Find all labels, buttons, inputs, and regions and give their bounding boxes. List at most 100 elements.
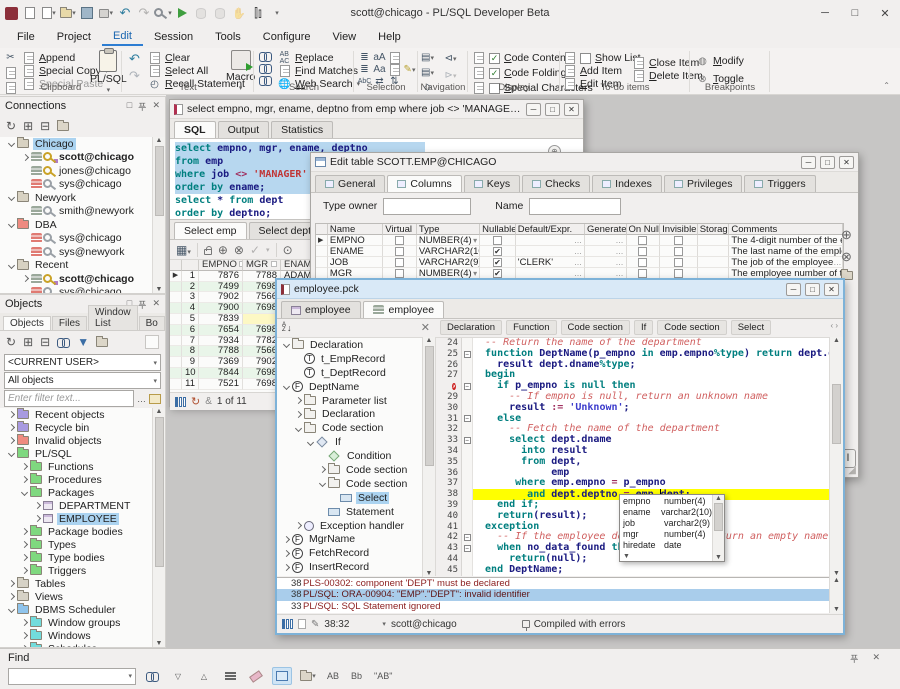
collapse-chevron[interactable]	[6, 451, 17, 456]
fetch-last-icon[interactable]: ⊙	[283, 243, 293, 257]
expand-chevron[interactable]	[293, 412, 304, 417]
result-tab-select-emp[interactable]: Select emp	[174, 222, 247, 239]
collapse-chevron[interactable]	[6, 222, 17, 227]
find-list-icon[interactable]	[220, 667, 240, 685]
status-connection[interactable]: scott@chicago	[391, 619, 457, 630]
connection-item[interactable]: sys@chicago	[0, 286, 165, 294]
filter-window-icon[interactable]	[149, 394, 161, 404]
column-header-nullable[interactable]: Nullable	[480, 224, 516, 235]
column-def-row[interactable]: JOB VARCHAR2(9)▾ 'CLERK'… … The job of t…	[316, 257, 843, 268]
connections-close-icon[interactable]: ✕	[152, 100, 160, 113]
minimize-button[interactable]: ─	[810, 1, 840, 25]
column-header-comments[interactable]: Comments	[729, 224, 843, 235]
find-icon[interactable]	[259, 52, 272, 60]
navigator-item[interactable]: FUpdateRecord	[277, 574, 422, 576]
error-list-scrollbar[interactable]: ▲▼	[829, 577, 843, 613]
message-pin-icon[interactable]	[522, 620, 530, 628]
column-header-default-expr-[interactable]: Default/Expr.	[516, 224, 585, 235]
navigator-item[interactable]: Parameter list	[277, 394, 422, 408]
objects-tree-item[interactable]: DEPARTMENT	[0, 499, 165, 512]
employee-minimize-button[interactable]: ─	[786, 283, 801, 296]
connection-item[interactable]: Chicago	[0, 137, 165, 151]
popup-more-icon[interactable]: ▼	[623, 553, 630, 560]
ribbon-tab-tools[interactable]: Tools	[204, 29, 252, 45]
gutter-line[interactable]: 41	[436, 522, 462, 533]
connection-item[interactable]: sys@chicago	[0, 178, 165, 192]
open-folder-icon[interactable]: ▾	[61, 6, 75, 20]
objects-tree-item[interactable]: EMPLOYEE	[0, 512, 165, 525]
show-list-toggle[interactable]: Show List	[563, 52, 641, 64]
objects-folder-icon[interactable]	[96, 338, 108, 347]
compile-error-row[interactable]: 38PLS-00302: component 'DEPT' must be de…	[277, 578, 829, 589]
search-current-window-icon[interactable]	[272, 667, 292, 685]
popup-scrollbar[interactable]: ▲▼	[712, 495, 724, 561]
remove-column-icon[interactable]: ⊗	[841, 249, 853, 265]
navigator-item[interactable]: Statement	[277, 505, 422, 519]
objects-color-box[interactable]	[145, 335, 159, 349]
breadcrumb-function[interactable]: Function	[506, 320, 556, 335]
navigator-item[interactable]: Code section	[277, 477, 422, 491]
objects-tree-item[interactable]: Schedules	[0, 642, 165, 647]
collapse-chevron[interactable]	[281, 384, 292, 389]
find-next-icon[interactable]	[259, 64, 272, 72]
expand-chevron[interactable]	[19, 555, 30, 560]
breadcrumb-select[interactable]: Select	[731, 320, 771, 335]
gutter-line[interactable]: 42	[436, 532, 462, 543]
connections-add-icon[interactable]: ⊞	[23, 119, 33, 133]
objects-tree-item[interactable]: Triggers	[0, 564, 165, 577]
navigator-item[interactable]: Select	[277, 491, 422, 505]
break-icon[interactable]: ✋	[232, 6, 246, 20]
gutter-line[interactable]: 44	[436, 554, 462, 565]
gutter-line[interactable]: 29	[436, 392, 462, 403]
find-matches-button[interactable]: Find Matches	[278, 65, 360, 77]
column-header-type[interactable]: Type	[417, 224, 480, 235]
sql-close-button[interactable]: ✕	[564, 103, 579, 116]
edit-table-tab-indexes[interactable]: Indexes	[592, 175, 662, 192]
objects-tree-item[interactable]: Type bodies	[0, 551, 165, 564]
column-header-name[interactable]: Name	[328, 224, 383, 235]
expand-chevron[interactable]	[6, 581, 17, 586]
grid-mode-icon[interactable]: ▦▾	[176, 243, 191, 257]
cut-icon[interactable]: ✂	[4, 51, 17, 64]
bookmark-goto-icon[interactable]: ▤▾	[421, 66, 434, 79]
employee-restore-button[interactable]: □	[805, 283, 820, 296]
edit-table-minimize-button[interactable]: ─	[801, 156, 816, 169]
collapse-chevron[interactable]	[19, 490, 30, 495]
objects-find-icon[interactable]	[57, 338, 70, 346]
clear-highlight-icon[interactable]	[246, 667, 266, 685]
gutter-line[interactable]: 31	[436, 414, 462, 425]
filter-more-button[interactable]: …	[137, 394, 146, 404]
ribbon-tab-project[interactable]: Project	[46, 29, 102, 45]
edit-table-tab-checks[interactable]: Checks	[522, 175, 590, 192]
employee-close-button[interactable]: ✕	[824, 283, 839, 296]
collapse-chevron[interactable]	[317, 481, 328, 486]
objects-close-icon[interactable]: ✕	[152, 298, 160, 311]
collapse-chevron[interactable]	[6, 263, 17, 268]
fold-toggle-icon[interactable]: −	[464, 545, 471, 552]
connections-refresh-icon[interactable]: ↻	[6, 119, 16, 133]
user-filter-combo[interactable]: <CURRENT USER>▾	[4, 354, 161, 371]
edit-table-close-button[interactable]: ✕	[839, 156, 854, 169]
new-window-icon[interactable]: ▾	[42, 6, 56, 20]
objects-tree-item[interactable]: Types	[0, 538, 165, 551]
connection-item[interactable]: smith@newyork	[0, 205, 165, 219]
expand-chevron[interactable]	[19, 633, 30, 638]
connection-item[interactable]: sys@newyork	[0, 245, 165, 259]
column-header-mgr[interactable]: MGR	[243, 260, 281, 271]
edit-table-tab-columns[interactable]: Columns	[387, 175, 461, 192]
connection-item[interactable]: Recent	[0, 259, 165, 273]
connection-item[interactable]: DBA	[0, 218, 165, 232]
expand-chevron[interactable]	[19, 529, 30, 534]
sql-window-tab-sql[interactable]: SQL	[174, 121, 216, 138]
breadcrumb-code-section[interactable]: Code section	[657, 320, 726, 335]
navigator-item[interactable]: Tt_DeptRecord	[277, 366, 422, 380]
expand-chevron[interactable]	[19, 464, 30, 469]
fold-toggle-icon[interactable]: −	[464, 437, 471, 444]
collapse-chevron[interactable]	[6, 195, 17, 200]
column-header-virtual[interactable]: Virtual	[383, 224, 417, 235]
expand-chevron[interactable]	[293, 398, 304, 403]
auto-refresh-icon[interactable]: ↻	[191, 395, 200, 408]
navigator-scrollbar[interactable]: ▲▼	[422, 337, 435, 577]
post-dd-icon[interactable]: ▾	[266, 246, 270, 254]
redo-icon[interactable]: ↷	[137, 6, 151, 20]
